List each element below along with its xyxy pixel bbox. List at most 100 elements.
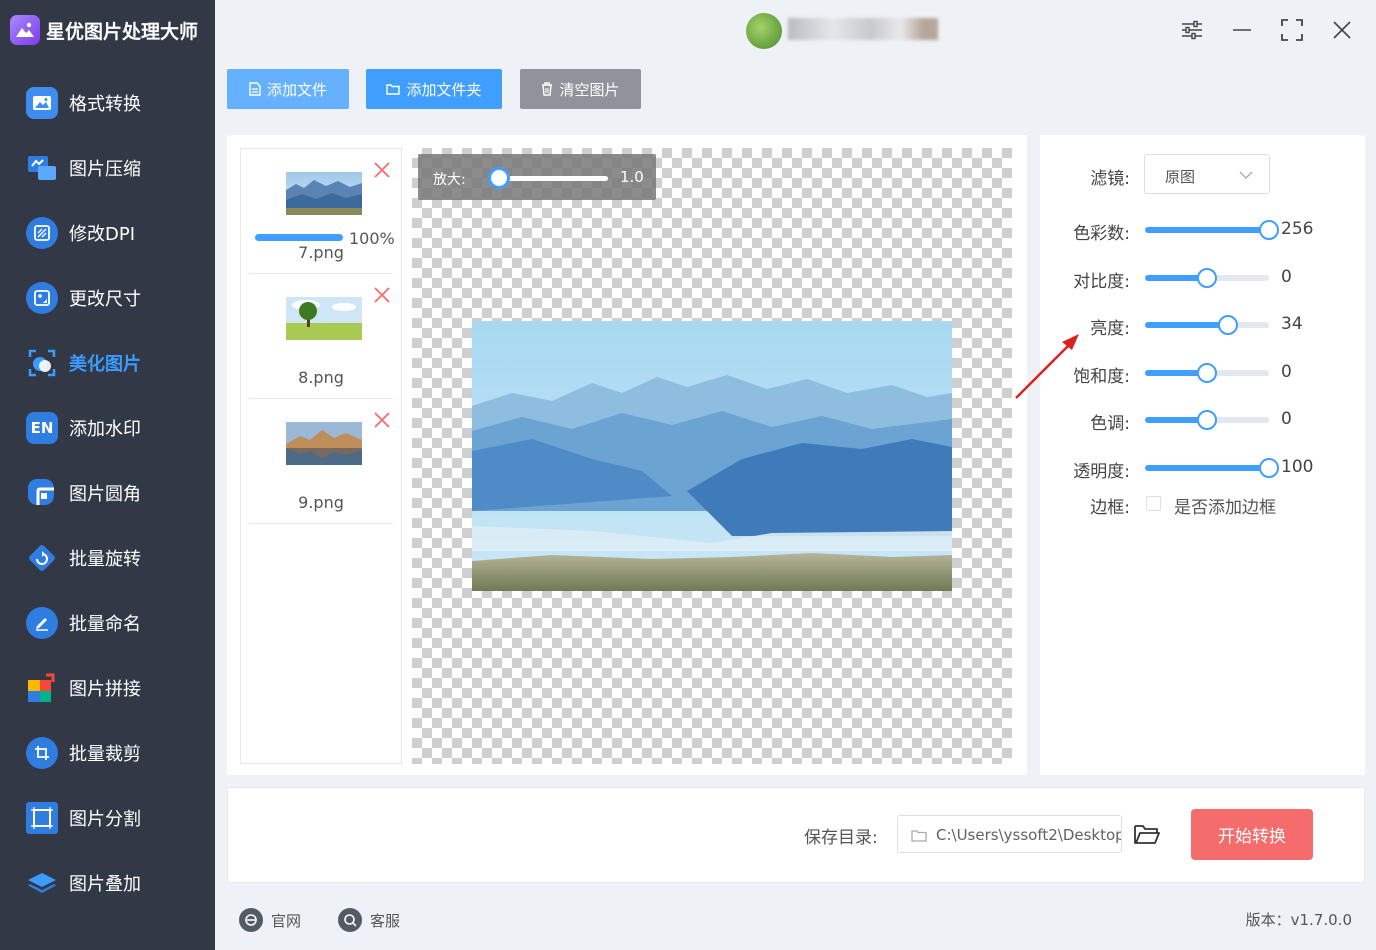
contrast-slider[interactable] bbox=[1145, 268, 1269, 288]
sidebar-item-label: 图片分割 bbox=[69, 808, 141, 830]
chevron-down-icon bbox=[1239, 171, 1253, 179]
filter-select[interactable]: 原图 bbox=[1144, 154, 1270, 194]
file-name: 8.png bbox=[298, 368, 344, 387]
dpi-icon bbox=[26, 216, 58, 249]
rename-icon bbox=[26, 606, 58, 639]
file-thumbnail bbox=[286, 297, 362, 340]
hue-slider[interactable] bbox=[1145, 410, 1269, 430]
sidebar-item-rotate[interactable]: 批量旋转 bbox=[0, 525, 215, 590]
image-preview[interactable]: 放大: 1.0 bbox=[412, 148, 1012, 764]
sidebar-item-label: 格式转换 bbox=[69, 93, 141, 115]
start-convert-button[interactable]: 开始转换 bbox=[1191, 809, 1313, 860]
username-blurred bbox=[788, 18, 938, 40]
saturation-value: 0 bbox=[1281, 362, 1292, 382]
border-label: 边框: bbox=[1090, 498, 1130, 518]
maximize-icon[interactable] bbox=[1278, 16, 1306, 44]
add-border-checkbox[interactable] bbox=[1146, 496, 1161, 511]
slider-fill bbox=[1145, 465, 1269, 471]
sidebar-nav: 格式转换 图片压缩 修改DPI 更改尺寸 美化图片 EN 添加水印 图片圆角 批… bbox=[0, 70, 215, 915]
add-border-checkbox-label[interactable]: 是否添加边框 bbox=[1174, 493, 1276, 518]
settings-sliders-icon[interactable] bbox=[1178, 16, 1206, 44]
sidebar-item-label: 图片压缩 bbox=[69, 158, 141, 180]
sidebar-item-label: 图片圆角 bbox=[69, 483, 141, 505]
add-folder-button[interactable]: 添加文件夹 bbox=[366, 69, 502, 109]
resize-icon bbox=[26, 281, 58, 314]
sidebar-item-split[interactable]: 图片分割 bbox=[0, 785, 215, 850]
file-thumbnail bbox=[286, 172, 362, 215]
zoom-value: 1.0 bbox=[620, 168, 644, 186]
color-count-value: 256 bbox=[1281, 219, 1314, 239]
sidebar-item-label: 图片拼接 bbox=[69, 678, 141, 700]
slider-fill bbox=[1145, 322, 1229, 328]
sidebar-item-resize[interactable]: 更改尺寸 bbox=[0, 265, 215, 330]
browse-folder-icon[interactable] bbox=[1133, 822, 1161, 846]
brightness-slider[interactable] bbox=[1145, 315, 1269, 335]
delete-file-icon[interactable] bbox=[373, 411, 391, 429]
hue-value: 0 bbox=[1281, 409, 1292, 429]
slider-handle[interactable] bbox=[1197, 268, 1217, 288]
split-icon bbox=[26, 801, 58, 834]
minimize-icon[interactable] bbox=[1228, 16, 1256, 44]
beautify-icon bbox=[26, 347, 58, 379]
hue-label: 色调: bbox=[1090, 414, 1130, 434]
annotation-arrow-icon bbox=[1015, 334, 1079, 399]
app-name: 星优图片处理大师 bbox=[46, 20, 199, 43]
rounded-corner-icon bbox=[26, 477, 58, 509]
puzzle-icon bbox=[26, 672, 58, 704]
sidebar-item-rounded-corner[interactable]: 图片圆角 bbox=[0, 460, 215, 525]
slider-handle[interactable] bbox=[1218, 315, 1239, 335]
close-icon[interactable] bbox=[1328, 16, 1356, 44]
filter-label: 滤镜: bbox=[1090, 169, 1130, 189]
sidebar-item-crop[interactable]: 批量裁剪 bbox=[0, 720, 215, 785]
sidebar-item-beautify[interactable]: 美化图片 bbox=[0, 330, 215, 395]
support-label: 客服 bbox=[370, 911, 401, 930]
opacity-value: 100 bbox=[1281, 457, 1314, 477]
support-link[interactable]: 客服 bbox=[338, 907, 400, 933]
file-name: 7.png bbox=[298, 243, 344, 262]
progress-bar bbox=[255, 234, 343, 241]
slider-handle[interactable] bbox=[1259, 220, 1279, 240]
opacity-slider[interactable] bbox=[1145, 458, 1279, 478]
zoom-label: 放大: bbox=[433, 172, 466, 188]
delete-file-icon[interactable] bbox=[373, 286, 391, 304]
sidebar-item-puzzle[interactable]: 图片拼接 bbox=[0, 655, 215, 720]
slider-handle[interactable] bbox=[1197, 410, 1217, 430]
clear-images-label: 清空图片 bbox=[559, 80, 620, 99]
opacity-label: 透明度: bbox=[1073, 462, 1130, 482]
filter-select-value: 原图 bbox=[1165, 168, 1196, 186]
file-icon bbox=[249, 82, 261, 96]
sidebar-item-dpi[interactable]: 修改DPI bbox=[0, 200, 215, 265]
contrast-label: 对比度: bbox=[1073, 272, 1130, 292]
sidebar-item-compress[interactable]: 图片压缩 bbox=[0, 135, 215, 200]
crop-icon bbox=[26, 736, 58, 769]
support-icon bbox=[338, 908, 362, 932]
save-path-input[interactable]: C:\Users\yssoft2\Desktop bbox=[897, 815, 1122, 853]
delete-file-icon[interactable] bbox=[373, 161, 391, 179]
sidebar-item-label: 批量旋转 bbox=[69, 548, 141, 570]
website-label: 官网 bbox=[271, 911, 302, 930]
list-item[interactable]: 9.png bbox=[249, 399, 393, 524]
file-list: 100% 7.png 8.png 9.png bbox=[240, 148, 402, 764]
saturation-slider[interactable] bbox=[1145, 363, 1269, 383]
clear-images-button[interactable]: 清空图片 bbox=[520, 69, 641, 109]
sidebar-item-layers[interactable]: 图片叠加 bbox=[0, 850, 215, 915]
list-item[interactable]: 8.png bbox=[249, 274, 393, 399]
sidebar-item-label: 图片叠加 bbox=[69, 873, 141, 895]
list-item[interactable]: 100% 7.png bbox=[249, 149, 395, 274]
add-file-button[interactable]: 添加文件 bbox=[227, 69, 349, 109]
preview-image bbox=[472, 321, 952, 591]
image-convert-icon bbox=[26, 86, 58, 119]
sidebar-item-label: 美化图片 bbox=[69, 353, 141, 375]
zoom-slider-handle[interactable] bbox=[488, 167, 510, 189]
website-link[interactable]: 官网 bbox=[239, 907, 301, 933]
sidebar-item-rename[interactable]: 批量命名 bbox=[0, 590, 215, 655]
app-logo-icon bbox=[10, 15, 40, 45]
avatar[interactable] bbox=[746, 13, 782, 49]
color-count-slider[interactable] bbox=[1145, 220, 1279, 240]
contrast-value: 0 bbox=[1281, 267, 1292, 287]
sidebar-item-watermark[interactable]: EN 添加水印 bbox=[0, 395, 215, 460]
sidebar-item-format-convert[interactable]: 格式转换 bbox=[0, 70, 215, 135]
slider-handle[interactable] bbox=[1197, 363, 1217, 383]
sidebar-item-label: 添加水印 bbox=[69, 418, 141, 440]
slider-handle[interactable] bbox=[1259, 458, 1279, 478]
